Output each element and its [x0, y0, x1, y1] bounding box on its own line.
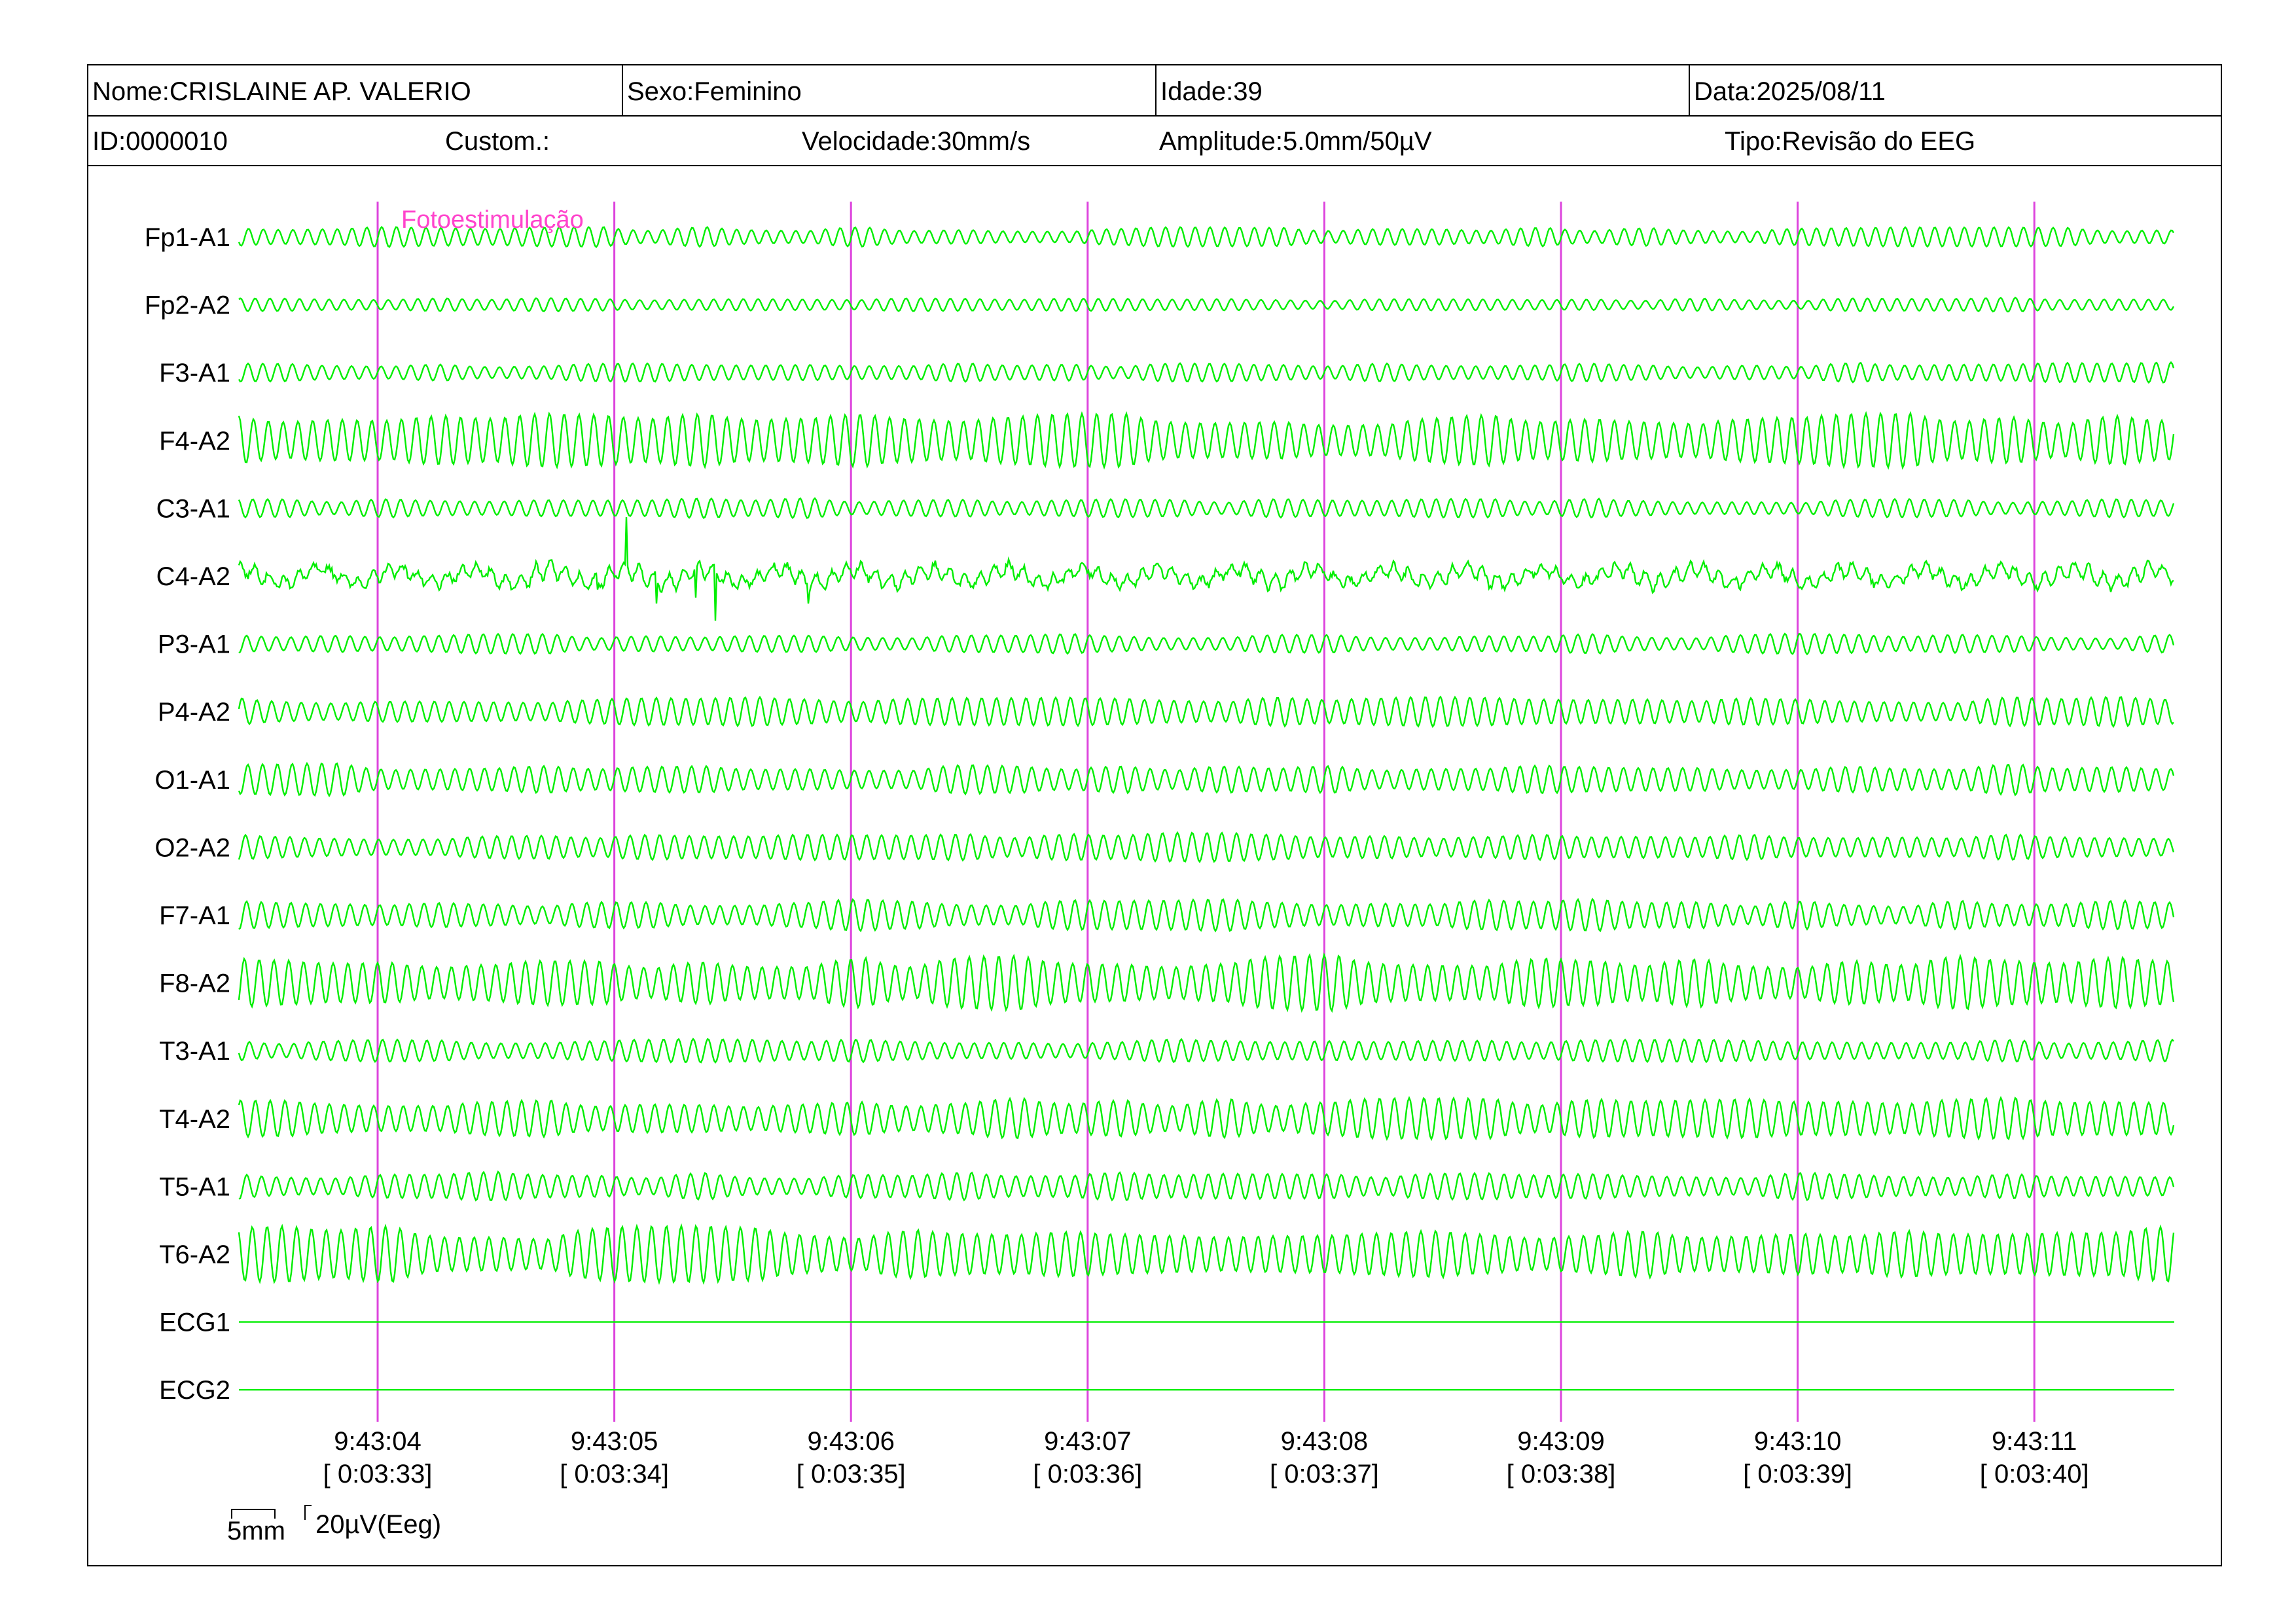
time-tick-elapsed: [ 0:03:34] — [560, 1460, 669, 1489]
channel-label: F8-A2 — [159, 969, 230, 998]
time-scale-label: 5mm — [227, 1517, 285, 1545]
eeg-traces-chart: Fp1-A1 Fp2-A2 F3-A1 F4-A2 C3-A1 C4-A2 P3-A1 P4-… — [145, 202, 2175, 1545]
channel-label: F7-A1 — [159, 901, 230, 930]
eeg-trace-t4-a2 — [238, 1096, 2175, 1142]
eeg-traces — [238, 226, 2175, 1391]
channel-label: P4-A2 — [158, 698, 230, 727]
channel-label: F3-A1 — [159, 359, 230, 388]
channel-label: O2-A2 — [154, 833, 230, 862]
channel-label: F4-A2 — [159, 427, 230, 456]
eeg-trace-o1-a1 — [238, 761, 2175, 798]
eeg-trace-fp2-a2 — [238, 297, 2175, 313]
event-annotation: Fotoestimulação — [401, 206, 584, 234]
channel-label: P3-A1 — [158, 630, 230, 659]
eeg-trace-f7-a1 — [238, 897, 2175, 933]
time-tick-elapsed: [ 0:03:36] — [1033, 1460, 1142, 1489]
time-tick-elapsed: [ 0:03:40] — [1980, 1460, 2089, 1489]
eeg-trace-p3-a1 — [238, 632, 2175, 656]
second-markers — [376, 202, 2036, 1422]
eeg-trace-t6-a2 — [238, 1223, 2175, 1286]
eeg-trace-p4-a2 — [238, 695, 2174, 729]
channel-label: ECG2 — [159, 1376, 230, 1405]
amplitude-scale-label: 20µV(Eeg) — [315, 1510, 441, 1539]
eeg-trace-o2-a2 — [238, 831, 2175, 863]
time-tick-clock: 9:43:08 — [1281, 1427, 1368, 1456]
calibration-scale: 5mm 20µV(Eeg) — [227, 1505, 441, 1545]
eeg-trace-c3-a1 — [238, 497, 2175, 519]
channel-label: Fp2-A2 — [145, 291, 230, 320]
channel-label: T3-A1 — [159, 1037, 230, 1066]
time-tick-labels: 9:43:04 [ 0:03:33] 9:43:05 [ 0:03:34] 9:43:0… — [323, 1427, 2089, 1489]
eeg-trace-f8-a2 — [238, 952, 2175, 1013]
time-tick-elapsed: [ 0:03:35] — [797, 1460, 906, 1489]
time-tick-clock: 9:43:07 — [1044, 1427, 1131, 1456]
channel-label: C4-A2 — [156, 562, 230, 591]
channel-label: O1-A1 — [154, 766, 230, 795]
time-tick-clock: 9:43:09 — [1517, 1427, 1604, 1456]
eeg-trace-c4-a2 — [238, 516, 2174, 621]
eeg-trace-f4-a2 — [238, 410, 2175, 470]
time-tick-clock: 9:43:11 — [1992, 1427, 2077, 1456]
channel-label: T5-A1 — [159, 1172, 230, 1201]
channel-label: Fp1-A1 — [145, 223, 230, 252]
eeg-trace-f3-a1 — [238, 361, 2175, 384]
time-tick-clock: 9:43:05 — [571, 1427, 658, 1456]
time-tick-elapsed: [ 0:03:39] — [1743, 1460, 1852, 1489]
eeg-trace-t3-a1 — [238, 1038, 2174, 1064]
channel-label: T4-A2 — [159, 1105, 230, 1134]
channel-label: ECG1 — [159, 1308, 230, 1337]
eeg-trace-t5-a1 — [238, 1170, 2175, 1202]
channel-label: C3-A1 — [156, 494, 230, 523]
time-tick-clock: 9:43:10 — [1754, 1427, 1841, 1456]
time-tick-clock: 9:43:04 — [334, 1427, 421, 1456]
time-tick-elapsed: [ 0:03:33] — [323, 1460, 433, 1489]
time-tick-elapsed: [ 0:03:37] — [1270, 1460, 1379, 1489]
time-tick-elapsed: [ 0:03:38] — [1507, 1460, 1616, 1489]
channel-label: T6-A2 — [159, 1240, 230, 1269]
time-tick-clock: 9:43:06 — [807, 1427, 894, 1456]
channel-labels: Fp1-A1 Fp2-A2 F3-A1 F4-A2 C3-A1 C4-A2 P3-A1 P4-… — [145, 223, 230, 1405]
